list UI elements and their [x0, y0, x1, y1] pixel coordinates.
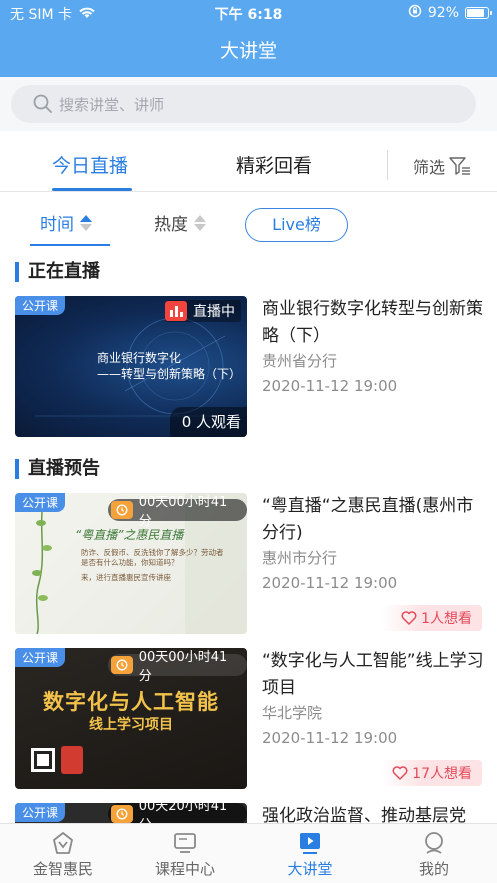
- tab-courses[interactable]: 课程中心: [130, 828, 240, 879]
- sort-by-time[interactable]: 时间: [40, 210, 92, 235]
- countdown-badge: 00天00小时41分: [108, 650, 247, 684]
- preview-card[interactable]: 公开课 00天00小时41分 数字化与人工智能 线上学习项目 “数字化与人工智能…: [15, 648, 485, 789]
- heart-icon: [392, 766, 408, 780]
- tab-divider: [387, 150, 388, 180]
- course-type-badge: 公开课: [15, 803, 66, 822]
- section-title-preview: 直播预告: [15, 459, 100, 479]
- thumbnail-subheading: 线上学习项目: [89, 717, 173, 733]
- sort-heat-label: 热度: [154, 215, 188, 235]
- tab-lecture[interactable]: 大讲堂: [255, 828, 365, 879]
- thumbnail-title-line2: ——转型与创新策略（下）: [97, 367, 242, 381]
- card-time: 2020-11-12 19:00: [262, 729, 398, 747]
- viewer-count: 0 人观看: [169, 407, 247, 437]
- logo-mark-icon: [61, 746, 83, 774]
- course-type-badge: 公开课: [15, 648, 66, 667]
- sort-active-indicator: [30, 244, 110, 246]
- search-input[interactable]: 搜索讲堂、讲师: [11, 85, 476, 123]
- thumbnail-heading: “粤直播”之惠民直播: [75, 528, 184, 542]
- preview-card-info: “粤直播“之惠民直播(惠州市分行) 惠州市分行 2020-11-12 19:00: [262, 493, 485, 592]
- heart-icon: [401, 611, 417, 625]
- card-title: 商业银行数字化转型与创新策略（下）: [262, 299, 483, 346]
- tab-lecture-label: 大讲堂: [287, 860, 333, 878]
- preview-card-info: “数字化与人工智能”线上学习项目 华北学院 2020-11-12 19:00: [262, 648, 485, 747]
- course-type-badge: 公开课: [15, 296, 66, 315]
- tab-active-indicator: [52, 188, 132, 191]
- qr-code-icon: [31, 748, 55, 772]
- sort-bar: 时间 热度 Live榜: [0, 192, 497, 252]
- status-bar: 无 SIM 卡 下午 6:18 92%: [0, 0, 497, 26]
- user-icon: [379, 828, 489, 858]
- thumbnail-title-line1: 商业银行数字化: [97, 351, 182, 365]
- card-title: “数字化与人工智能”线上学习项目: [262, 651, 484, 698]
- clock-icon: [111, 805, 133, 823]
- countdown-text: 00天00小时41分: [138, 495, 228, 529]
- clock-icon: [111, 656, 133, 674]
- live-rank-button[interactable]: Live榜: [245, 208, 348, 242]
- live-status-badge: 直播中: [165, 300, 241, 322]
- sort-arrows-icon: [194, 214, 206, 231]
- section-title-live-now: 正在直播: [15, 262, 100, 282]
- filter-label: 筛选: [413, 158, 446, 177]
- preview-card[interactable]: 公开课 00天00小时41分 “粤直播”之惠民直播 防诈、反假币、反洗钱你了解多…: [15, 493, 485, 634]
- tab-replay[interactable]: 精彩回看: [236, 151, 312, 178]
- thumbnail-line2: 是否有什么功能，你知道吗？: [81, 558, 179, 567]
- tab-today-live[interactable]: 今日直播: [52, 151, 128, 178]
- course-type-badge: 公开课: [15, 493, 66, 512]
- card-title: 强化政治监督、推动基层党: [262, 806, 466, 823]
- sort-time-label: 时间: [40, 215, 74, 235]
- orientation-lock-icon: [408, 4, 422, 22]
- card-time: 2020-11-12 19:00: [262, 574, 398, 592]
- bottom-tab-bar: 金智惠民 课程中心 大讲堂 我的: [0, 823, 497, 883]
- page-title: 大讲堂: [0, 26, 497, 77]
- want-to-watch-button[interactable]: 17人想看: [382, 760, 482, 786]
- preview-thumbnail: 公开课 00天00小时41分 “粤直播”之惠民直播 防诈、反假币、反洗钱你了解多…: [15, 493, 247, 634]
- preview-card[interactable]: 公开课 00天20小时41分 强化政治监督、推动基层党: [15, 803, 485, 823]
- tab-home[interactable]: 金智惠民: [8, 828, 118, 879]
- tab-mine[interactable]: 我的: [379, 828, 489, 879]
- card-time: 2020-11-12 19:00: [262, 377, 398, 395]
- live-card-info: 商业银行数字化转型与创新策略（下） 贵州省分行 2020-11-12 19:00: [262, 296, 485, 395]
- preview-card-info: 强化政治监督、推动基层党: [262, 803, 485, 823]
- search-icon: [33, 94, 52, 113]
- sort-arrows-icon: [80, 214, 92, 231]
- preview-thumbnail: 公开课 00天20小时41分: [15, 803, 247, 823]
- thumbnail-line3: 来，进行直播惠民宣传讲座: [81, 573, 171, 582]
- card-title: “粤直播“之惠民直播(惠州市分行): [262, 496, 474, 543]
- preview-thumbnail: 公开课 00天00小时41分 数字化与人工智能 线上学习项目: [15, 648, 247, 789]
- countdown-badge: 00天20小时41分: [108, 803, 247, 823]
- live-tabs: 今日直播 精彩回看 筛选: [0, 138, 497, 192]
- card-org: 华北学院: [262, 704, 323, 722]
- video-play-icon: [255, 828, 365, 858]
- battery-percent: 92%: [427, 5, 459, 21]
- tab-courses-label: 课程中心: [154, 860, 215, 878]
- countdown-text: 00天00小时41分: [138, 650, 228, 684]
- card-org: 惠州市分行: [262, 549, 338, 567]
- live-thumbnail: 公开课 直播中 商业银行数字化 ——转型与创新策略（下） 0 人观看: [15, 296, 247, 437]
- tab-mine-label: 我的: [418, 860, 449, 878]
- filter-icon: [449, 157, 471, 175]
- clock-icon: [111, 501, 133, 519]
- live-bars-icon: [165, 301, 187, 321]
- countdown-text: 00天20小时41分: [138, 803, 228, 823]
- live-status-label: 直播中: [193, 304, 235, 320]
- battery-icon: [465, 7, 492, 19]
- search-placeholder: 搜索讲堂、讲师: [59, 95, 165, 114]
- card-org: 贵州省分行: [262, 352, 338, 370]
- monitor-icon: [130, 828, 240, 858]
- filter-button[interactable]: 筛选: [413, 154, 471, 178]
- thumbnail-heading: 数字化与人工智能: [43, 690, 219, 714]
- want-count: 1人想看: [421, 611, 472, 627]
- want-to-watch-button[interactable]: 1人想看: [382, 605, 482, 631]
- home-logo-icon: [8, 828, 118, 858]
- thumbnail-line1: 防诈、反假币、反洗钱你了解多少？劳动者: [81, 548, 224, 557]
- tab-home-label: 金智惠民: [32, 860, 93, 878]
- countdown-badge: 00天00小时41分: [108, 495, 247, 529]
- sort-by-heat[interactable]: 热度: [154, 210, 206, 235]
- search-bar: 搜索讲堂、讲师: [0, 77, 497, 131]
- want-count: 17人想看: [412, 766, 472, 782]
- live-card[interactable]: 公开课 直播中 商业银行数字化 ——转型与创新策略（下） 0 人观看 商业银行数…: [15, 296, 485, 437]
